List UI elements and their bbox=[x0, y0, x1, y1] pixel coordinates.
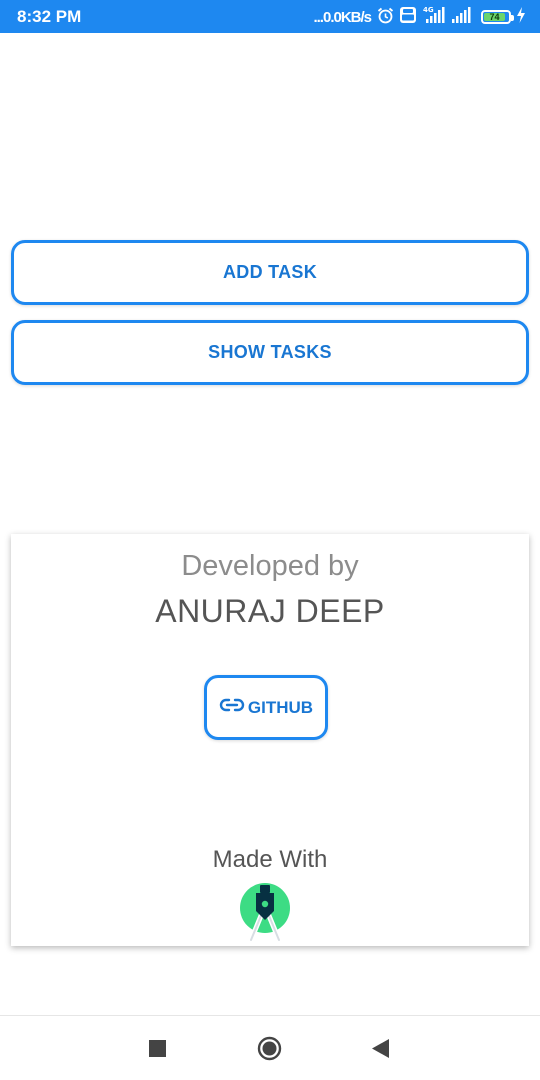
link-icon bbox=[219, 697, 245, 718]
show-tasks-button[interactable]: SHOW TASKS bbox=[11, 320, 529, 385]
battery-icon: 74 bbox=[481, 10, 514, 24]
alarm-icon bbox=[377, 7, 394, 28]
network-speed: ...0.0KB/s bbox=[313, 8, 372, 26]
android-studio-logo-icon bbox=[235, 882, 295, 944]
battery-level: 74 bbox=[484, 12, 505, 22]
charging-icon bbox=[516, 7, 526, 27]
status-icons: ...0.0KB/s 4G 74 bbox=[313, 6, 526, 28]
developer-name: ANURAJ DEEP bbox=[155, 593, 385, 629]
back-triangle-icon bbox=[372, 1039, 389, 1058]
navigation-bar bbox=[0, 1015, 540, 1080]
network-type-label: 4G bbox=[423, 6, 434, 14]
developed-by-label: Developed by bbox=[181, 550, 359, 582]
back-button[interactable] bbox=[372, 1039, 390, 1063]
volte-icon bbox=[399, 6, 417, 28]
signal-icon: 4G bbox=[422, 6, 446, 28]
home-button[interactable] bbox=[257, 1036, 282, 1066]
github-label: GITHUB bbox=[247, 697, 314, 717]
status-bar: 8:32 PM ...0.0KB/s 4G 74 bbox=[0, 0, 540, 33]
show-tasks-label: SHOW TASKS bbox=[208, 342, 332, 362]
recents-button[interactable] bbox=[149, 1040, 166, 1062]
made-with-label: Made With bbox=[212, 846, 328, 873]
square-icon bbox=[149, 1040, 166, 1057]
circle-icon bbox=[257, 1036, 282, 1061]
add-task-button[interactable]: ADD TASK bbox=[11, 240, 529, 305]
add-task-label: ADD TASK bbox=[222, 262, 318, 282]
signal-icon bbox=[451, 6, 473, 28]
status-time: 8:32 PM bbox=[17, 7, 82, 26]
developer-card: Developed by ANURAJ DEEP GITHUB Made Wit… bbox=[11, 534, 529, 946]
github-button[interactable]: GITHUB bbox=[204, 675, 328, 740]
